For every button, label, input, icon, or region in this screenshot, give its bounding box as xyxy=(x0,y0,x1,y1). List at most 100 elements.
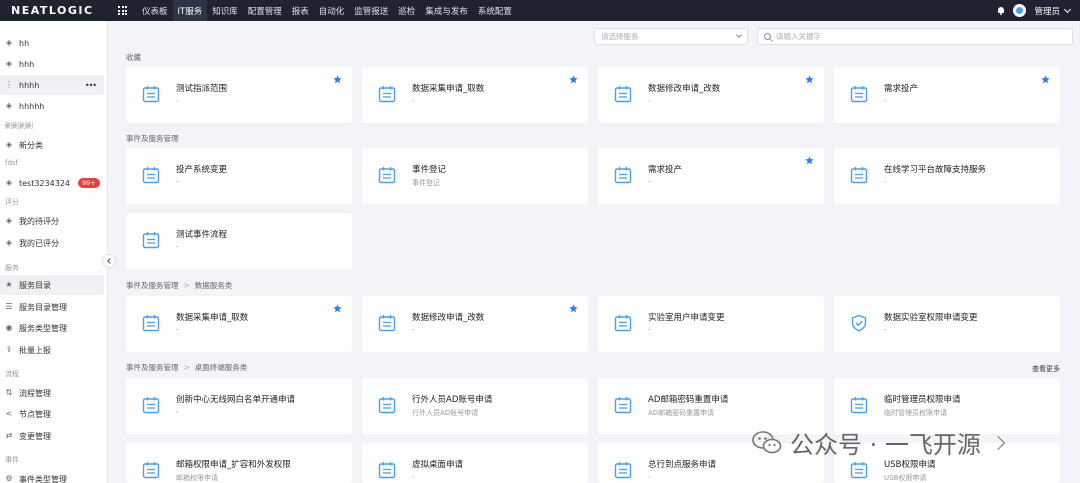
service-card[interactable]: 创新中心无线网白名单开通申请 - xyxy=(126,378,352,434)
nav-it-service[interactable]: IT服务 xyxy=(172,0,208,21)
sidebar-group-label: fdsf xyxy=(5,159,19,167)
service-card[interactable]: 行外人员AD账号申请 行外人员AD账号申请 xyxy=(362,378,588,434)
service-card[interactable]: 需求投产 - xyxy=(598,148,824,204)
calendar-icon xyxy=(850,461,868,479)
star-icon[interactable] xyxy=(569,75,578,84)
sidebar-collapse-button[interactable] xyxy=(102,254,116,268)
sidebar-item-label: 节点管理 xyxy=(19,409,51,419)
sidebar-item-hhh[interactable]: ◈ hhh xyxy=(0,54,108,74)
card-title: AD邮箱密码重置申请 xyxy=(648,395,729,405)
sidebar-item-test[interactable]: ◈ test3234324 99+ xyxy=(0,173,108,193)
count-badge: 99+ xyxy=(78,178,100,188)
service-card[interactable]: 在线学习平台故障支持服务 - xyxy=(834,148,1060,204)
service-card[interactable]: 实验室用户申请变更 - xyxy=(598,296,824,352)
sidebar-item-event-type-manage[interactable]: ⚙ 事件类型管理 xyxy=(0,469,108,483)
service-card[interactable]: 测试指派范围 - xyxy=(126,67,352,123)
app-logo[interactable]: NEATLOGIC xyxy=(11,4,107,17)
sidebar-item-label: hhhh xyxy=(19,80,40,90)
service-card[interactable]: 邮箱权限申请_扩容和外发权限 邮箱权限申请 xyxy=(126,443,352,483)
nav-inspection[interactable]: 巡检 xyxy=(393,0,420,21)
service-card[interactable]: 数据实验室权限申请变更 - xyxy=(834,296,1060,352)
drag-icon[interactable]: ⋮ xyxy=(5,81,13,89)
sidebar-item-service-catalog[interactable]: ★ 服务目录 xyxy=(0,275,104,295)
sidebar-item-flow-manage[interactable]: ⇅ 流程管理 xyxy=(0,383,108,403)
sidebar-item-node-manage[interactable]: < 节点管理 xyxy=(0,404,108,424)
nav-integration[interactable]: 集成与发布 xyxy=(420,0,473,21)
calendar-icon xyxy=(142,314,160,332)
calendar-icon xyxy=(142,85,160,103)
card-title: 数据采集申请_取数 xyxy=(412,84,485,94)
service-card[interactable]: 投产系统变更 - xyxy=(126,148,352,204)
card-subtitle: - xyxy=(412,326,415,334)
card-title: 虚拟桌面申请 xyxy=(412,460,464,470)
tag-icon: ◈ xyxy=(5,238,13,247)
search-input[interactable]: 请输入关键字 xyxy=(757,28,1073,45)
card-subtitle: 事件登记 xyxy=(412,179,440,187)
service-card[interactable]: 数据采集申请_取数 - xyxy=(362,67,588,123)
sidebar-item-label: hhhhh xyxy=(19,101,45,111)
breadcrumb-item: 收藏 xyxy=(126,53,141,62)
card-title: 测试事件流程 xyxy=(176,230,228,240)
sidebar-item-label: 我的已评分 xyxy=(19,238,59,248)
breadcrumb-item[interactable]: 数据服务类 xyxy=(195,281,233,290)
calendar-icon xyxy=(378,314,396,332)
nav-regulatory[interactable]: 监管报送 xyxy=(349,0,393,21)
sidebar-item-label: 我的待评分 xyxy=(19,216,59,226)
service-card[interactable]: 测试事件流程 - xyxy=(126,213,352,269)
service-card[interactable]: 数据修改申请_改数 - xyxy=(598,67,824,123)
star-icon[interactable] xyxy=(805,156,814,165)
breadcrumb-item[interactable]: 事件及服务管理 xyxy=(126,281,179,290)
apps-grid-icon[interactable] xyxy=(118,6,127,15)
calendar-icon xyxy=(614,396,632,414)
more-icon[interactable]: ••• xyxy=(85,81,97,90)
play-circle-icon: ◉ xyxy=(5,323,13,332)
star-icon[interactable] xyxy=(333,75,342,84)
sidebar-item-pending-rating[interactable]: ◈ 我的待评分 xyxy=(0,211,108,231)
nav-dashboard[interactable]: 仪表板 xyxy=(137,0,173,21)
calendar-icon xyxy=(378,396,396,414)
service-card[interactable]: 虚拟桌面申请 - xyxy=(362,443,588,483)
nav-knowledge[interactable]: 知识库 xyxy=(207,0,243,21)
sidebar-item-type-manage[interactable]: ◉ 服务类型管理 xyxy=(0,318,108,338)
sidebar-item-new-category[interactable]: ◈ 新分类 xyxy=(0,135,108,155)
service-card[interactable]: 需求投产 - xyxy=(834,67,1060,123)
star-icon[interactable] xyxy=(805,75,814,84)
service-card[interactable]: 事件登记 事件登记 xyxy=(362,148,588,204)
service-select[interactable]: 请选择服务 xyxy=(594,28,748,45)
sidebar-group-label: 流程 xyxy=(5,370,19,378)
see-more-link[interactable]: 查看更多 xyxy=(1032,364,1060,374)
share-icon: < xyxy=(5,409,13,418)
star-icon[interactable] xyxy=(333,304,342,313)
card-subtitle: - xyxy=(884,97,887,105)
sidebar-item-catalog-manage[interactable]: ☰ 服务目录管理 xyxy=(0,297,108,317)
sidebar-item-hhhh[interactable]: ⋮ hhhh ••• xyxy=(0,75,104,95)
sidebar-item-hhhhh[interactable]: ◈ hhhhh xyxy=(0,96,108,116)
bell-icon[interactable] xyxy=(997,6,1005,15)
service-select-placeholder: 请选择服务 xyxy=(601,32,639,41)
nav-config[interactable]: 配置管理 xyxy=(243,0,287,21)
star-icon[interactable] xyxy=(1041,75,1050,84)
breadcrumb-item[interactable]: 桌面终端服务类 xyxy=(195,363,248,372)
card-subtitle: - xyxy=(176,408,179,416)
star-icon[interactable] xyxy=(569,304,578,313)
nav-automation[interactable]: 自动化 xyxy=(314,0,350,21)
service-card[interactable]: 数据修改申请_改数 - xyxy=(362,296,588,352)
sidebar-item-rated[interactable]: ◈ 我的已评分 xyxy=(0,233,108,253)
nav-system[interactable]: 系统配置 xyxy=(473,0,517,21)
nav-report[interactable]: 报表 xyxy=(287,0,314,21)
breadcrumb-item[interactable]: 事件及服务管理 xyxy=(126,363,179,372)
tag-icon: ◈ xyxy=(5,101,13,110)
card-subtitle: - xyxy=(648,178,651,186)
sidebar-group-label: 评分 xyxy=(5,198,19,206)
avatar[interactable] xyxy=(1013,4,1027,17)
sidebar-item-hh[interactable]: ◈ hh xyxy=(0,33,108,53)
card-subtitle: - xyxy=(176,178,179,186)
sidebar-item-batch-report[interactable]: ⇪ 批量上报 xyxy=(0,340,108,360)
card-subtitle: - xyxy=(176,243,179,251)
service-card[interactable]: 数据采集申请_取数 - xyxy=(126,296,352,352)
chevron-down-icon[interactable] xyxy=(1063,5,1072,13)
sidebar-item-change-manage[interactable]: ⇄ 变更管理 xyxy=(0,426,108,446)
card-subtitle: USB权限申请 xyxy=(884,474,927,482)
user-name[interactable]: 管理员 xyxy=(1034,5,1060,17)
search-icon xyxy=(764,33,771,40)
